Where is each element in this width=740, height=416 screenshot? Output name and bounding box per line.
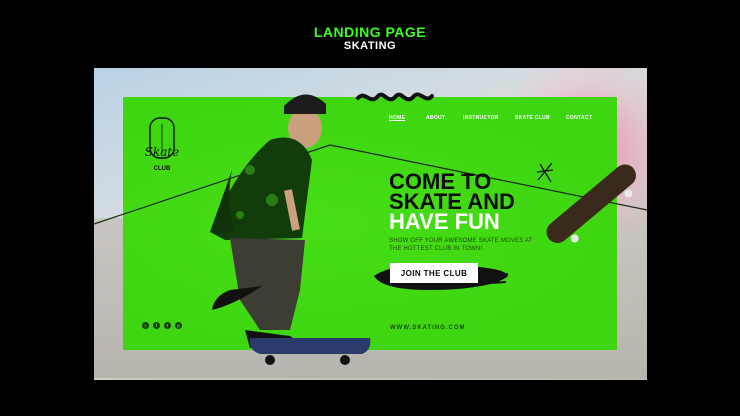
nav-item-contact[interactable]: CONTACT (566, 115, 592, 125)
join-the-club-button[interactable]: JOIN THE CLUB (390, 263, 478, 283)
facebook-icon[interactable]: f (153, 322, 160, 329)
page-header-subtitle: SKATING (343, 40, 397, 52)
skate-club-logo[interactable]: Skate CLUB (140, 116, 186, 174)
brush-scribble (356, 92, 434, 102)
nav-item-home[interactable]: HOME (389, 115, 405, 125)
logo-text: Skate (145, 145, 180, 159)
instagram-icon[interactable]: ◎ (142, 322, 149, 329)
logo-subtext: CLUB (154, 166, 171, 172)
pinterest-icon[interactable]: p (175, 322, 182, 329)
twitter-icon[interactable]: t (164, 322, 171, 329)
nav-item-about[interactable]: ABOUT (426, 115, 445, 125)
social-links: ◎ f t p (142, 322, 182, 329)
page-header-title: LANDING PAGE (313, 24, 427, 40)
skateboard-logo-icon: Skate CLUB (145, 117, 180, 172)
nav-item-instructor[interactable]: INSTRUCTOR (463, 115, 499, 125)
hero-headline-line-3: HAVE FUN (389, 209, 500, 234)
hero-headline: COME TO SKATE AND HAVE FUN (389, 171, 589, 234)
hero-description: SHOW OFF YOUR AWESOME SKATE MOVES AT THE… (389, 238, 533, 252)
nav-item-skate-club[interactable]: SKATE CLUB (515, 115, 550, 125)
website-link[interactable]: WWW.SKATING.COM (390, 325, 466, 331)
